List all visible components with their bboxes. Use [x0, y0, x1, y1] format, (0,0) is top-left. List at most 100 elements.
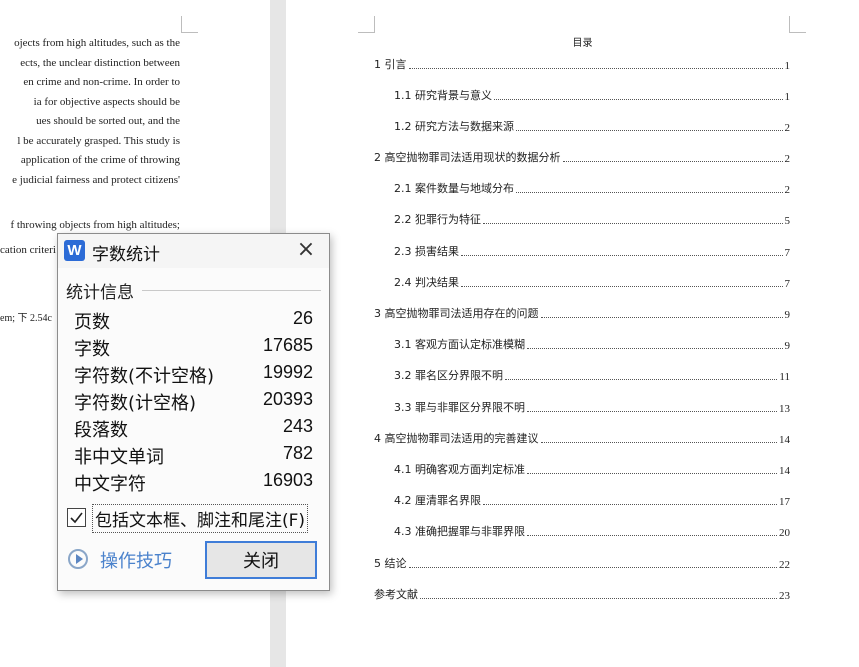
- stat-value: 20393: [262, 389, 313, 409]
- body-text-line: ues should be sorted out, and the: [36, 115, 180, 127]
- toc-entry[interactable]: 2.4 判决结果 7: [394, 276, 790, 290]
- tips-label[interactable]: 操作技巧: [100, 547, 172, 573]
- dialog-header: W 字数统计 ×: [58, 234, 329, 268]
- toc-leader-dots: [408, 567, 777, 568]
- include-textbox-footnotes-checkbox-row[interactable]: 包括文本框、脚注和尾注(F): [66, 504, 318, 533]
- checkbox-label[interactable]: 包括文本框、脚注和尾注(F): [92, 504, 309, 533]
- toc-leader-dots: [527, 348, 783, 349]
- toc-leader-dots: [461, 255, 783, 256]
- section-divider: [142, 290, 321, 291]
- margin-corner-mark: [181, 16, 198, 33]
- toc-entry-label: 4.2 厘清罪名界限: [394, 494, 481, 507]
- toc-leader-dots: [516, 192, 783, 193]
- toc-entry-label: 3.1 客观方面认定标准模糊: [394, 338, 525, 351]
- toc-entry[interactable]: 4.2 厘清罪名界限 17: [394, 494, 790, 508]
- toc-entry[interactable]: 4.1 明确客观方面判定标准 14: [394, 463, 790, 477]
- toc-entry[interactable]: 3.2 罪名区分界限不明 11: [394, 369, 790, 383]
- stat-label: 字数: [74, 339, 110, 360]
- stat-row-pages: 页数 26: [74, 308, 313, 333]
- toc-entry-label: 1.2 研究方法与数据来源: [394, 120, 514, 133]
- toc-entry[interactable]: 参考文献 23: [374, 588, 790, 602]
- close-icon[interactable]: ×: [295, 239, 317, 262]
- toc-entry-label: 2.1 案件数量与地域分布: [394, 182, 514, 195]
- toc-leader-dots: [483, 223, 783, 224]
- toc-leader-dots: [408, 68, 783, 69]
- stat-row-paragraphs: 段落数 243: [74, 416, 313, 441]
- toc-leader-dots: [562, 161, 783, 162]
- toc-entry-label: 3.2 罪名区分界限不明: [394, 369, 503, 382]
- toc-leader-dots: [483, 504, 777, 505]
- toc-leader-dots: [505, 379, 778, 380]
- stat-value: 243: [282, 416, 313, 436]
- toc-entry-label: 2 高空抛物罪司法适用现状的数据分析: [374, 151, 561, 164]
- toc-entry-label: 3 高空抛物罪司法适用存在的问题: [374, 307, 539, 320]
- stat-value: 17685: [262, 335, 313, 355]
- toc-entry-page: 20: [779, 527, 790, 539]
- toc-entry-page: 7: [784, 247, 791, 259]
- toc-entry-page: 1: [784, 91, 791, 103]
- stat-label: 段落数: [74, 420, 128, 441]
- toc-leader-dots: [527, 473, 777, 474]
- close-button[interactable]: 关闭: [205, 541, 317, 579]
- toc-entry-page: 14: [779, 434, 790, 446]
- stat-row-chars-no-spaces: 字符数(不计空格) 19992: [74, 362, 313, 387]
- toc-entry[interactable]: 4 高空抛物罪司法适用的完善建议 14: [374, 432, 790, 446]
- toc-entry-label: 3.3 罪与非罪区分界限不明: [394, 401, 525, 414]
- toc-entry[interactable]: 3 高空抛物罪司法适用存在的问题 9: [374, 307, 790, 321]
- body-text-line: en crime and non-crime. In order to: [23, 76, 180, 88]
- toc-leader-dots: [527, 411, 777, 412]
- toc-entry[interactable]: 2.2 犯罪行为特征 5: [394, 213, 790, 227]
- toc-entry-label: 4 高空抛物罪司法适用的完善建议: [374, 432, 539, 445]
- margin-corner-mark: [358, 16, 375, 33]
- stat-value: 26: [292, 308, 313, 328]
- toc-entry-page: 13: [779, 403, 790, 415]
- toc-entry-label: 2.4 判决结果: [394, 276, 459, 289]
- toc-entry[interactable]: 2 高空抛物罪司法适用现状的数据分析 2: [374, 151, 790, 165]
- toc-entry-page: 23: [779, 590, 790, 602]
- toc-entry-label: 2.2 犯罪行为特征: [394, 213, 481, 226]
- toc-entry[interactable]: 1 引言 1: [374, 58, 790, 72]
- toc-entry[interactable]: 3.3 罪与非罪区分界限不明 13: [394, 401, 790, 415]
- toc-leader-dots: [461, 286, 783, 287]
- wps-writer-logo-icon: W: [64, 240, 85, 261]
- body-text-line: ects, the unclear distinction between: [20, 57, 180, 69]
- checkmark-icon: [70, 512, 83, 524]
- stat-label: 非中文单词: [74, 447, 164, 468]
- toc-leader-dots: [540, 317, 783, 318]
- toc-entry-page: 5: [784, 215, 791, 227]
- play-circle-icon: [68, 549, 88, 569]
- page-setup-line: em; 下 2.54c: [0, 313, 52, 324]
- toc-entry-label: 5 结论: [374, 557, 407, 570]
- stat-label: 页数: [74, 312, 110, 333]
- toc-entry[interactable]: 2.3 损害结果 7: [394, 245, 790, 259]
- section-label: 统计信息: [66, 283, 134, 303]
- stat-value: 19992: [262, 362, 313, 382]
- word-count-dialog: W 字数统计 × 统计信息 页数 26 字数 17685 字符数(不计空格) 1…: [57, 233, 330, 591]
- toc-entry[interactable]: 1.1 研究背景与意义 1: [394, 89, 790, 103]
- toc-entry[interactable]: 4.3 准确把握罪与非罪界限 20: [394, 525, 790, 539]
- toc-entry-page: 2: [784, 122, 791, 134]
- stat-label: 字符数(不计空格): [74, 366, 215, 387]
- toc-leader-dots: [527, 535, 777, 536]
- stat-value: 782: [282, 443, 313, 463]
- toc-entry[interactable]: 2.1 案件数量与地域分布 2: [394, 182, 790, 196]
- toc-entry-label: 4.1 明确客观方面判定标准: [394, 463, 525, 476]
- stat-row-words: 字数 17685: [74, 335, 313, 360]
- toc-entry-page: 2: [784, 153, 791, 165]
- body-text-line: application of the crime of throwing: [20, 154, 180, 166]
- toc-entry[interactable]: 1.2 研究方法与数据来源 2: [394, 120, 790, 134]
- toc-entry[interactable]: 3.1 客观方面认定标准模糊 9: [394, 338, 790, 352]
- body-text-line: l be accurately grasped. This study is: [17, 135, 180, 147]
- toc-entry-page: 2: [784, 184, 791, 196]
- toc-leader-dots: [494, 99, 783, 100]
- toc-entry-page: 11: [779, 371, 790, 383]
- toc-entry-page: 7: [784, 278, 791, 290]
- toc-entry-page: 17: [779, 496, 790, 508]
- toc-leader-dots: [420, 598, 777, 599]
- body-text-line: ia for objective aspects should be: [33, 96, 180, 108]
- toc-entry-label: 1 引言: [374, 58, 407, 71]
- stat-row-chinese-chars: 中文字符 16903: [74, 470, 313, 495]
- toc-entry-label: 4.3 准确把握罪与非罪界限: [394, 525, 525, 538]
- toc-entry[interactable]: 5 结论 22: [374, 557, 790, 571]
- include-textbox-footnotes-checkbox[interactable]: [67, 508, 86, 527]
